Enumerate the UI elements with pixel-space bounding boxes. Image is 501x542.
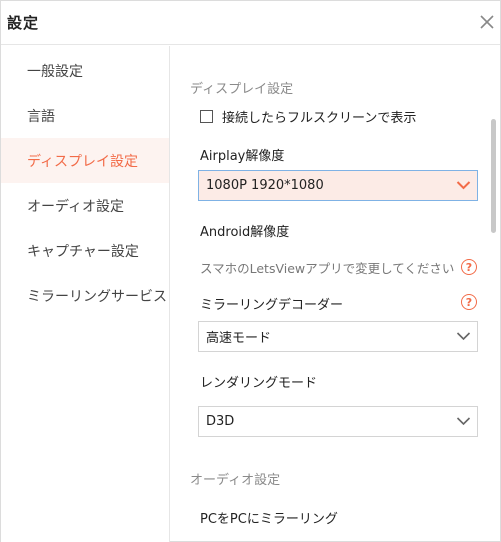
rendering-mode-select[interactable]: D3D xyxy=(198,406,478,437)
settings-content: ディスプレイ設定 接続したらフルスクリーンで表示 Airplay解像度 1080… xyxy=(171,46,500,542)
sidebar: 一般設定 言語 ディスプレイ設定 オーディオ設定 キャプチャー設定 ミラーリング… xyxy=(1,46,170,542)
sidebar-item-label: 言語 xyxy=(27,108,55,125)
mirroring-decoder-value: 高速モード xyxy=(206,331,272,346)
sidebar-item-display[interactable]: ディスプレイ設定 xyxy=(1,138,169,183)
chevron-down-icon xyxy=(456,332,471,341)
title-bar: 設定 xyxy=(1,1,500,45)
sidebar-item-capture[interactable]: キャプチャー設定 xyxy=(1,228,169,273)
sidebar-item-label: オーディオ設定 xyxy=(27,198,125,215)
chevron-down-icon xyxy=(456,181,471,190)
sidebar-item-mirroring-service[interactable]: ミラーリングサービス xyxy=(1,273,169,318)
display-section-title: ディスプレイ設定 xyxy=(190,82,294,97)
question-circle-icon[interactable]: ? xyxy=(461,294,477,310)
content-scrollbar[interactable] xyxy=(491,119,496,233)
fullscreen-checkbox-label: 接続したらフルスクリーンで表示 xyxy=(222,111,417,126)
fullscreen-on-connect-option[interactable]: 接続したらフルスクリーンで表示 xyxy=(200,107,416,126)
window-title: 設定 xyxy=(7,14,40,32)
airplay-resolution-value: 1080P 1920*1080 xyxy=(206,178,324,193)
airplay-resolution-select[interactable]: 1080P 1920*1080 xyxy=(198,170,478,201)
sidebar-item-label: ディスプレイ設定 xyxy=(27,153,139,170)
audio-section-title: オーディオ設定 xyxy=(190,473,281,488)
pc-to-pc-mirroring-label: PCをPCにミラーリング xyxy=(200,512,338,527)
rendering-mode-label: レンダリングモード xyxy=(200,376,318,391)
sidebar-item-general[interactable]: 一般設定 xyxy=(1,48,169,93)
question-circle-icon[interactable]: ? xyxy=(461,259,477,275)
sidebar-item-label: 一般設定 xyxy=(27,63,83,80)
sidebar-item-label: キャプチャー設定 xyxy=(27,243,139,260)
sidebar-item-audio[interactable]: オーディオ設定 xyxy=(1,183,169,228)
android-resolution-hint: スマホのLetsViewアプリで変更してください xyxy=(200,261,455,276)
close-icon[interactable] xyxy=(477,12,497,32)
rendering-mode-value: D3D xyxy=(206,414,235,429)
airplay-resolution-label: Airplay解像度 xyxy=(200,149,285,164)
mirroring-decoder-select[interactable]: 高速モード xyxy=(198,321,478,352)
sidebar-item-language[interactable]: 言語 xyxy=(1,93,169,138)
fullscreen-checkbox[interactable] xyxy=(200,110,213,123)
chevron-down-icon xyxy=(456,417,471,426)
sidebar-item-label: ミラーリングサービス xyxy=(27,288,167,305)
settings-window: 設定 一般設定 言語 ディスプレイ設定 オーディオ設定 キャプチャー設定 ミラー… xyxy=(0,0,501,542)
mirroring-decoder-label: ミラーリングデコーダー xyxy=(200,298,344,313)
android-resolution-label: Android解像度 xyxy=(200,225,290,240)
